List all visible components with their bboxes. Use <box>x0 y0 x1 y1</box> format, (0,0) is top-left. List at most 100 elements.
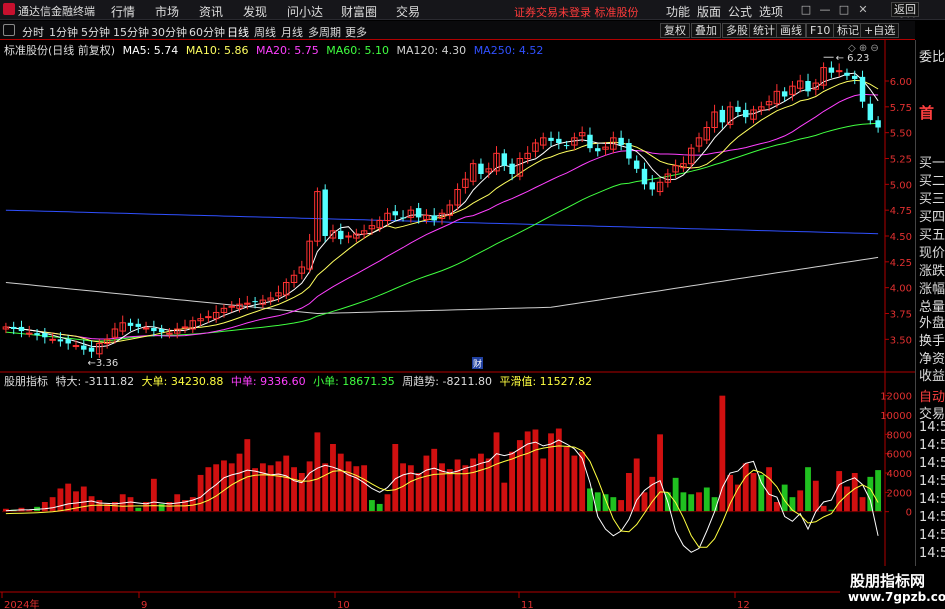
maximize-icon[interactable]: □ <box>837 3 851 17</box>
close-icon[interactable]: ✕ <box>856 3 870 17</box>
mark-button[interactable]: 标记 <box>833 23 863 38</box>
candle-body <box>42 333 48 338</box>
menu-wealth-circle[interactable]: 财富圈 <box>341 3 377 20</box>
candle-body <box>844 72 850 76</box>
menu-quotes[interactable]: 行情 <box>111 3 135 20</box>
indicator-bar <box>127 497 134 512</box>
candle-body <box>835 70 843 73</box>
multi-stock-button[interactable]: 多股 <box>722 23 752 38</box>
ind-small: 小单: 18671.35 <box>313 375 395 388</box>
indicator-bar <box>197 474 204 512</box>
indicator-bar <box>431 448 438 512</box>
login-status[interactable]: 证券交易未登录 标准股份 <box>514 4 639 20</box>
period-weekly[interactable]: 周线 <box>254 24 276 40</box>
candle-body <box>34 333 40 336</box>
price-tick-label: 3.75 <box>890 310 912 321</box>
watermark-title: 股朋指标网 <box>850 572 926 590</box>
period-15min[interactable]: 15分钟 <box>113 24 149 40</box>
indicator-bar <box>267 465 274 512</box>
menu-discover[interactable]: 发现 <box>243 3 267 20</box>
overlay-button[interactable]: 叠加 <box>691 23 721 38</box>
ind-large: 大单: 34230.88 <box>141 375 224 388</box>
window-toggle-icon[interactable]: □ <box>799 3 813 17</box>
indicator-bar <box>244 439 251 512</box>
candle-body <box>322 189 328 236</box>
indicator-bar <box>657 434 663 512</box>
menu-ask[interactable]: 问小达 <box>287 3 323 20</box>
indicator-bar <box>509 451 516 512</box>
indicator-bar <box>259 463 266 512</box>
candle-body <box>415 208 422 218</box>
chart-annotations: ← 6.23 ←3.36 财 <box>88 53 870 370</box>
period-daily[interactable]: 日线 <box>227 24 249 40</box>
candle-body <box>859 76 866 102</box>
candle-body <box>158 329 165 333</box>
layout-icon[interactable] <box>3 24 15 36</box>
candle-body <box>10 326 17 329</box>
indicator-bar <box>135 507 142 512</box>
menu-options[interactable]: 选项 <box>759 3 783 20</box>
trade-time: 14:5 <box>919 420 945 435</box>
price-tick-label: 5.50 <box>890 129 912 140</box>
period-5min[interactable]: 5分钟 <box>81 24 110 40</box>
quote-bid1: 买一 <box>919 156 945 171</box>
stock-name[interactable]: 标准股份(日线 前复权) <box>4 44 115 57</box>
date-tick-label: 11 <box>521 600 534 609</box>
indicator-bar <box>275 461 282 512</box>
period-60min[interactable]: 60分钟 <box>189 24 225 40</box>
candle-body <box>618 137 624 146</box>
period-intraday[interactable]: 分时 <box>22 24 44 40</box>
period-1min[interactable]: 1分钟 <box>49 24 78 40</box>
ma250-label: MA250: 4.52 <box>473 44 544 57</box>
trade-time: 14:5 <box>919 492 945 507</box>
indicator-bar <box>766 467 772 512</box>
ind-tick-label: 12000 <box>880 392 912 403</box>
chart-corner-icons[interactable]: ◇ ⊕ ⊖ <box>848 43 879 54</box>
price-tick-label: 5.75 <box>890 103 912 114</box>
candle-body <box>431 215 437 221</box>
candle-body <box>641 168 648 185</box>
adjust-button[interactable]: 复权 <box>660 23 690 38</box>
indicator-bar <box>291 467 297 512</box>
menu-news[interactable]: 资讯 <box>199 3 223 20</box>
candle-body <box>81 345 87 350</box>
draw-line-button[interactable]: 画线 <box>776 23 806 38</box>
period-multi[interactable]: 多周期 <box>308 24 341 40</box>
candle-body <box>49 338 56 341</box>
ind-weekly-trend: 周趋势: -8211.80 <box>402 375 492 388</box>
f10-button[interactable]: F10 <box>806 23 835 38</box>
indicator-name[interactable]: 股朋指标 <box>4 375 48 388</box>
back-button[interactable]: 返回 <box>891 2 919 17</box>
chart-axes: 6.00 5.75 5.50 5.25 5.00 4.75 4.50 4.25 4.00 3.75… <box>1 77 912 609</box>
app-logo-icon <box>3 3 15 15</box>
candle-body <box>501 153 508 166</box>
indicator-bar <box>96 500 103 512</box>
kline-chart[interactable]: 6.00 5.75 5.50 5.25 5.00 4.75 4.50 4.25 4.00 3.75… <box>0 40 915 609</box>
add-watchlist-button[interactable]: +自选 <box>860 23 900 38</box>
ind-smooth: 平滑值: 11527.82 <box>499 375 593 388</box>
indicator-bar <box>703 487 710 512</box>
period-more[interactable]: 更多 <box>345 24 367 40</box>
indicator-bar <box>221 460 227 512</box>
minimize-icon[interactable]: — <box>818 3 832 17</box>
candle-body <box>252 301 258 303</box>
menu-trade[interactable]: 交易 <box>396 3 420 20</box>
menu-layout[interactable]: 版面 <box>697 3 721 20</box>
app-title: 通达信金融终端 <box>18 5 95 18</box>
indicator-bar <box>633 458 640 512</box>
indicator-bar <box>65 483 72 512</box>
indicator-bar <box>618 500 625 512</box>
statistics-button[interactable]: 统计 <box>749 23 779 38</box>
ma5-label: MA5: 5.74 <box>122 44 179 57</box>
period-monthly[interactable]: 月线 <box>281 24 303 40</box>
menu-market[interactable]: 市场 <box>155 3 179 20</box>
menu-formula[interactable]: 公式 <box>728 3 752 20</box>
candle-body <box>633 160 640 169</box>
quote-change-pct: 涨幅 <box>919 282 945 297</box>
menu-functions[interactable]: 功能 <box>666 3 690 20</box>
period-30min[interactable]: 30分钟 <box>151 24 187 40</box>
trade-time: 14:5 <box>919 546 945 561</box>
indicator-bar <box>306 461 313 512</box>
indicator-bar <box>345 461 352 512</box>
site-watermark: 股朋指标网 www.7gpzb.com <box>840 566 945 609</box>
